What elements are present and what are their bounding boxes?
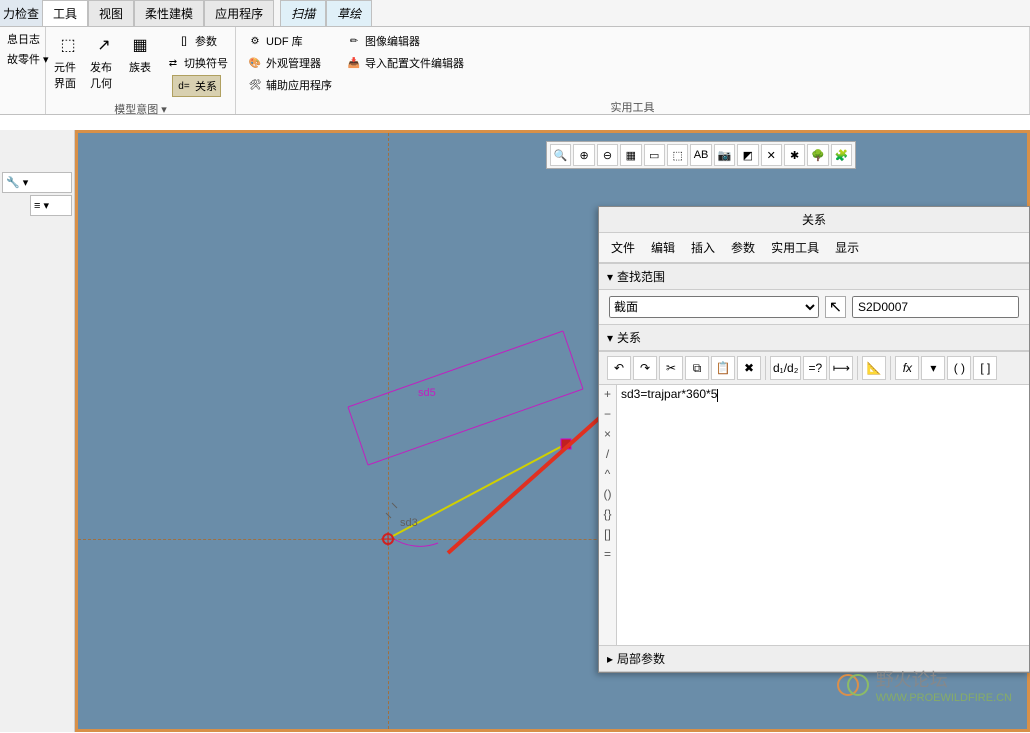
side-list-button[interactable]: ≡ ▾ xyxy=(30,195,72,216)
redo-button[interactable]: ↷ xyxy=(633,356,657,380)
scope-select[interactable]: 截面 xyxy=(609,296,819,318)
component-iface-button[interactable]: ⬚ 元件界面 xyxy=(50,29,86,93)
import-config-button[interactable]: 📥导入配置文件编辑器 xyxy=(343,53,467,73)
palette-icon: 🎨 xyxy=(247,55,263,71)
tree-button[interactable]: 🌳 xyxy=(807,144,828,166)
tab-sketch[interactable]: 草绘 xyxy=(326,0,372,26)
parts-item[interactable]: 故零件 ▾ xyxy=(4,49,52,69)
undo-button[interactable]: ↶ xyxy=(607,356,631,380)
paste-button[interactable]: 📋 xyxy=(711,356,735,380)
refit-button[interactable]: ▦ xyxy=(620,144,641,166)
menu-file[interactable]: 文件 xyxy=(611,239,635,256)
bracket-button[interactable]: [ ] xyxy=(973,356,997,380)
family-table-button[interactable]: ▦ 族表 xyxy=(122,29,158,77)
cut-button[interactable]: ✂ xyxy=(659,356,683,380)
relations-header[interactable]: ▾ 关系 xyxy=(599,324,1029,351)
puzzle-icon: ⬚ xyxy=(54,31,82,59)
relations-editor[interactable]: sd3=trajpar*360*5 xyxy=(617,385,1029,645)
fx-button[interactable]: fx xyxy=(895,356,919,380)
relations-window: 关系 文件 编辑 插入 参数 实用工具 显示 ▾ 查找范围 截面 ↖ ▾ 关系 … xyxy=(598,206,1030,673)
appearance-mgr-button[interactable]: 🎨外观管理器 xyxy=(244,53,324,73)
fx-dropdown-button[interactable]: ▾ xyxy=(921,356,945,380)
switch-icon: ⇄ xyxy=(165,55,181,71)
op-paren[interactable]: () xyxy=(604,487,612,501)
switch-symbol-button[interactable]: ⇄切换符号 xyxy=(162,53,231,73)
verify-button[interactable]: =? xyxy=(803,356,827,380)
relations-menu: 文件 编辑 插入 参数 实用工具 显示 xyxy=(599,233,1029,263)
param-button[interactable]: []参数 xyxy=(173,31,220,51)
op-minus[interactable]: − xyxy=(604,407,611,421)
op-bracket[interactable]: [] xyxy=(604,527,611,541)
view-1-button[interactable]: ▭ xyxy=(644,144,665,166)
gear-icon: ⚙ xyxy=(247,33,263,49)
ribbon: 息日志 故零件 ▾ ⬚ 元件界面 ↗ 发布几何 ▦ 族表 []参数 ⇄切换符号 … xyxy=(0,27,1030,115)
op-equals[interactable]: = xyxy=(604,547,611,561)
pencil-icon: ✏ xyxy=(346,33,362,49)
goto-button[interactable]: ⟼ xyxy=(829,356,853,380)
publish-icon: ↗ xyxy=(90,31,118,59)
log-item[interactable]: 息日志 xyxy=(4,29,43,49)
publish-geom-button[interactable]: ↗ 发布几何 xyxy=(86,29,122,93)
zoom-fit-button[interactable]: 🔍 xyxy=(550,144,571,166)
paren-button[interactable]: ( ) xyxy=(947,356,971,380)
menu-display[interactable]: 显示 xyxy=(835,239,859,256)
snapshot-button[interactable]: 📷 xyxy=(714,144,735,166)
tab-flex[interactable]: 柔性建模 xyxy=(134,0,204,26)
scope-header[interactable]: ▾ 查找范围 xyxy=(599,263,1029,290)
relations-button[interactable]: d=关系 xyxy=(172,75,221,97)
tab-sweep[interactable]: 扫描 xyxy=(280,0,326,26)
op-mult[interactable]: × xyxy=(604,427,611,441)
side-toolbar: 🔧 ▾ ≡ ▾ xyxy=(0,130,75,732)
menu-insert[interactable]: 插入 xyxy=(691,239,715,256)
op-brace[interactable]: {} xyxy=(603,507,611,521)
display-button[interactable]: ◩ xyxy=(737,144,758,166)
datum-button[interactable]: ✱ xyxy=(784,144,805,166)
toggle-dim-button[interactable]: d₁/d₂ xyxy=(770,356,801,380)
zoom-out-button[interactable]: ⊖ xyxy=(597,144,618,166)
pick-button[interactable]: ↖ xyxy=(825,296,846,318)
menu-params[interactable]: 参数 xyxy=(731,239,755,256)
op-div[interactable]: / xyxy=(606,447,609,461)
menu-util[interactable]: 实用工具 xyxy=(771,239,819,256)
zoom-in-button[interactable]: ⊕ xyxy=(573,144,594,166)
udf-lib-button[interactable]: ⚙UDF 库 xyxy=(244,31,306,51)
view-2-button[interactable]: ⬚ xyxy=(667,144,688,166)
copy-button[interactable]: ⧉ xyxy=(685,356,709,380)
d-equals-icon: d= xyxy=(176,78,192,94)
view-toolbar: 🔍 ⊕ ⊖ ▦ ▭ ⬚ AB 📷 ◩ ✕ ✱ 🌳 🧩 xyxy=(546,141,856,169)
tab-apps[interactable]: 应用程序 xyxy=(204,0,274,26)
tab-tools[interactable]: 工具 xyxy=(42,0,88,26)
relations-toolbar: ↶ ↷ ✂ ⧉ 📋 ✖ d₁/d₂ =? ⟼ 📐 fx ▾ ( ) [ ] xyxy=(599,351,1029,385)
op-pow[interactable]: ^ xyxy=(605,467,611,481)
bracket-icon: [] xyxy=(176,33,192,49)
op-plus[interactable]: + xyxy=(604,387,611,401)
xsec-button[interactable]: ✕ xyxy=(761,144,782,166)
check-item[interactable]: 力检查 xyxy=(0,0,42,26)
units-button[interactable]: 📐 xyxy=(862,356,886,380)
aux-apps-button[interactable]: 🛠辅助应用程序 xyxy=(244,75,335,95)
table-icon: ▦ xyxy=(126,31,154,59)
delete-button[interactable]: ✖ xyxy=(737,356,761,380)
import-icon: 📥 xyxy=(346,55,362,71)
tool-icon: 🛠 xyxy=(247,77,263,93)
image-editor-button[interactable]: ✏图像编辑器 xyxy=(343,31,423,51)
main-tabs: 力检查 工具 视图 柔性建模 应用程序 扫描 草绘 xyxy=(0,0,1030,27)
scope-code-input[interactable] xyxy=(852,296,1019,318)
operator-gutter: + − × / ^ () {} [] = xyxy=(599,385,617,645)
assy-button[interactable]: 🧩 xyxy=(831,144,852,166)
dim-label-sd5: sd5 xyxy=(418,387,436,399)
dim-label-sd3: sd3 xyxy=(400,517,418,529)
annot-button[interactable]: AB xyxy=(690,144,711,166)
side-filter-button[interactable]: 🔧 ▾ xyxy=(2,172,72,193)
tab-view[interactable]: 视图 xyxy=(88,0,134,26)
menu-edit[interactable]: 编辑 xyxy=(651,239,675,256)
watermark: 野火论坛 WWW.PROEWILDFIRE.CN xyxy=(834,666,1012,704)
relations-title: 关系 xyxy=(599,207,1029,233)
